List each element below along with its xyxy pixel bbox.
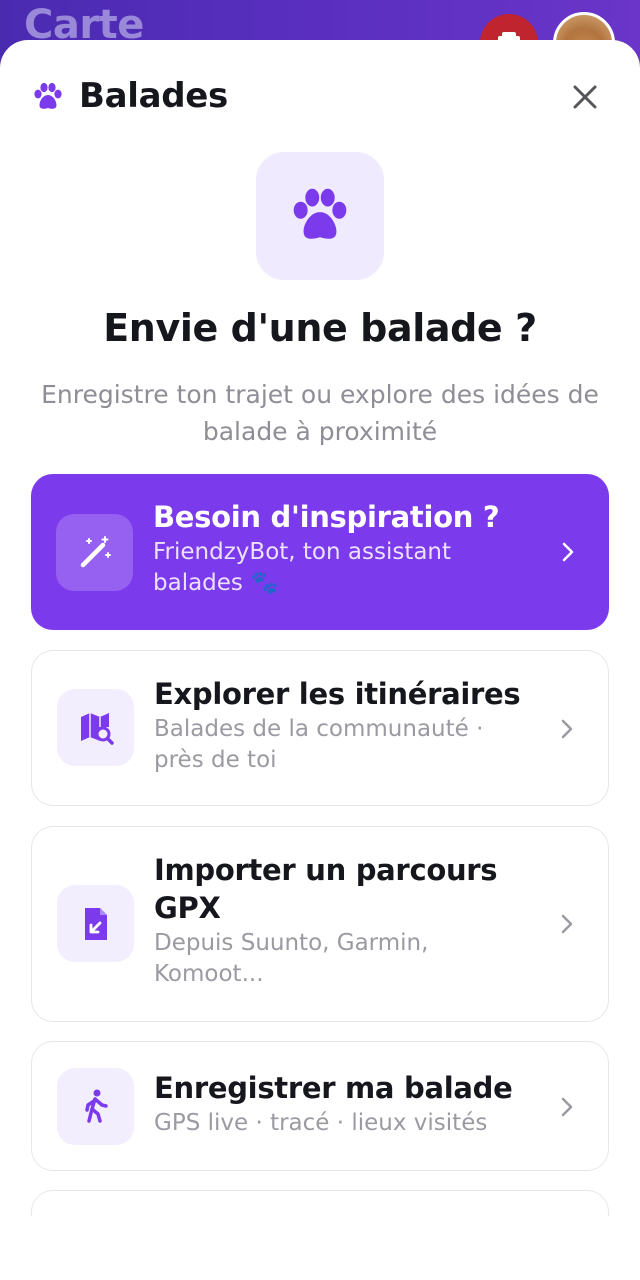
close-icon	[573, 85, 597, 109]
chevron-right-icon	[562, 542, 574, 562]
card-subtitle: Balades de la communauté · près de toi	[154, 716, 484, 773]
chevron-right-icon	[561, 1097, 573, 1117]
card-subtitle: FriendzyBot, ton assistant balades 🐾	[153, 539, 452, 596]
sheet-header: Balades	[32, 76, 608, 120]
paw-icon	[34, 82, 62, 109]
card-text: Importer un parcours GPX Depuis Suunto, …	[154, 851, 538, 990]
balades-sheet: Balades Envie d'une balade ? Enregistre …	[0, 40, 640, 1280]
card-text: Besoin d'inspiration ? FriendzyBot, ton …	[153, 498, 539, 599]
card-text: Enregistrer ma balade GPS live · tracé ·…	[154, 1069, 538, 1139]
explore-routes-card[interactable]: Explorer les itinéraires Balades de la c…	[31, 650, 609, 806]
hero-subtitle: Enregistre ton trajet ou explore des idé…	[41, 380, 599, 446]
sheet-title: Balades	[79, 76, 228, 116]
chevron-right-icon	[561, 914, 573, 934]
paw-icon	[293, 188, 347, 239]
card-title: Importer un parcours GPX	[154, 853, 498, 925]
map-search-icon	[80, 712, 114, 745]
magic-wand-icon	[80, 535, 111, 567]
file-import-icon	[84, 907, 107, 940]
card-subtitle: Depuis Suunto, Garmin, Komoot...	[154, 930, 429, 987]
card-icon-tile	[56, 514, 133, 591]
close-button[interactable]	[568, 80, 602, 114]
card-title: Explorer les itinéraires	[154, 677, 521, 711]
import-gpx-card[interactable]: Importer un parcours GPX Depuis Suunto, …	[31, 826, 609, 1022]
card-title: Besoin d'inspiration ?	[153, 500, 500, 534]
card-title: Enregistrer ma balade	[154, 1071, 513, 1105]
card-icon-tile	[57, 689, 134, 766]
record-walk-card[interactable]: Enregistrer ma balade GPS live · tracé ·…	[31, 1041, 609, 1171]
inspiration-card[interactable]: Besoin d'inspiration ? FriendzyBot, ton …	[31, 474, 609, 630]
chevron-right-icon	[561, 719, 573, 739]
hero-paw-tile	[256, 152, 384, 280]
card-icon-tile	[57, 1068, 134, 1145]
bottom-mask	[0, 1216, 640, 1280]
walking-icon	[84, 1089, 108, 1123]
hero-title: Envie d'une balade ?	[103, 306, 537, 350]
card-icon-tile	[57, 885, 134, 962]
card-text: Explorer les itinéraires Balades de la c…	[154, 675, 538, 776]
card-subtitle: GPS live · tracé · lieux visités	[154, 1110, 488, 1136]
